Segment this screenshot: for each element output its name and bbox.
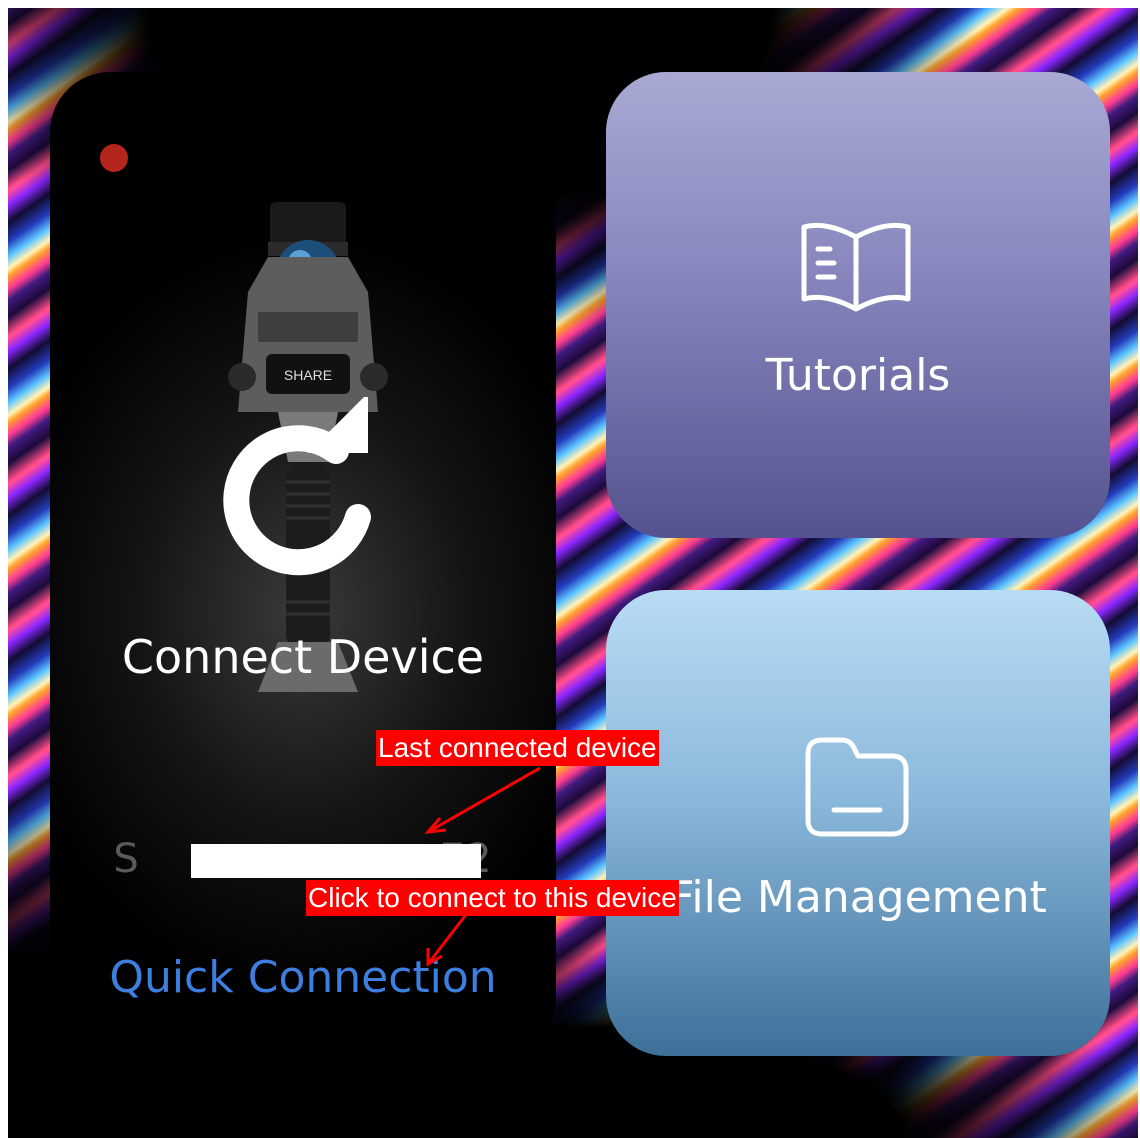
connect-device-title: Connect Device (121, 630, 485, 684)
file-management-card[interactable]: File Management (606, 590, 1110, 1056)
refresh-icon[interactable] (218, 397, 388, 587)
app-screen: SHARE Connect Device S72 Quick Connectio… (8, 8, 1138, 1138)
serial-prefix: S (113, 836, 140, 882)
tutorials-card[interactable]: Tutorials (606, 72, 1110, 538)
folder-icon (805, 737, 909, 837)
serial-redaction (191, 844, 481, 878)
book-icon (801, 222, 911, 312)
record-indicator-icon (100, 144, 128, 172)
file-management-label: File Management (669, 872, 1047, 923)
annotation-last-connected: Last connected device (376, 730, 659, 766)
quick-connection-button[interactable]: Quick Connection (50, 952, 556, 1003)
device-brand-label: SHARE (284, 367, 332, 383)
tutorials-label: Tutorials (765, 350, 951, 401)
annotation-click-to-connect: Click to connect to this device (306, 880, 679, 916)
